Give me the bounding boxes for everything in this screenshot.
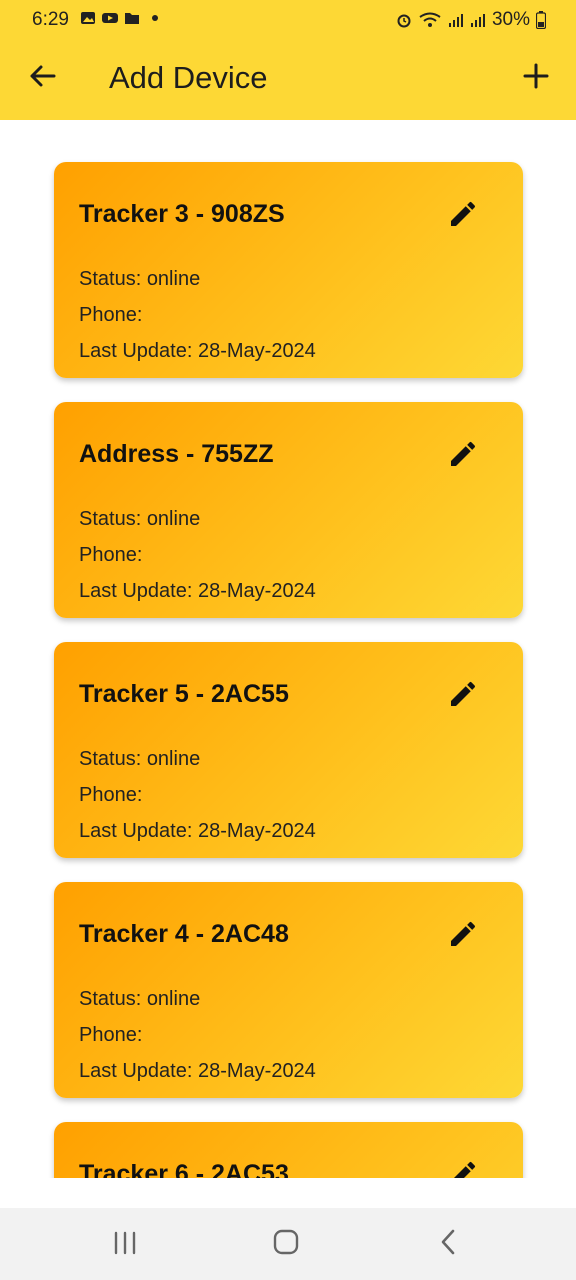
device-card[interactable]: Tracker 4 - 2AC48 Status: online Phone: …	[54, 882, 523, 1098]
device-phone: Phone:	[79, 304, 143, 326]
status-time: 6:29	[32, 9, 69, 30]
device-card[interactable]: Tracker 5 - 2AC55 Status: online Phone: …	[54, 642, 523, 858]
signal-icon	[470, 14, 485, 27]
home-icon[interactable]	[272, 1228, 300, 1256]
device-phone: Phone:	[79, 1024, 143, 1046]
device-status: Status: online	[79, 988, 201, 1010]
alarm-icon	[397, 14, 411, 28]
page-title: Add Device	[109, 60, 268, 95]
device-title: Tracker 6 - 2AC53	[79, 1160, 289, 1178]
device-phone: Phone:	[79, 784, 143, 806]
device-last-update: Last Update: 28-May-2024	[79, 340, 316, 362]
edit-pencil-icon[interactable]	[447, 198, 479, 230]
status-notification-icons	[80, 10, 158, 26]
device-status: Status: online	[79, 268, 201, 290]
wifi-icon	[419, 12, 441, 27]
edit-pencil-icon[interactable]	[447, 438, 479, 470]
system-nav-bar	[0, 1208, 576, 1280]
device-list[interactable]: Tracker 3 - 908ZS Status: online Phone: …	[0, 120, 576, 1178]
device-status: Status: online	[79, 508, 201, 530]
edit-pencil-icon[interactable]	[447, 918, 479, 950]
device-title: Tracker 3 - 908ZS	[79, 200, 285, 228]
gallery-icon	[81, 12, 95, 24]
device-last-update: Last Update: 28-May-2024	[79, 1060, 316, 1082]
status-system-icons: 30%	[396, 9, 546, 31]
device-last-update: Last Update: 28-May-2024	[79, 820, 316, 842]
folder-icon	[125, 13, 139, 24]
status-bar: 6:29 30%	[0, 0, 576, 40]
battery-percent: 30%	[491, 9, 530, 30]
device-status: Status: online	[79, 748, 201, 770]
battery-icon	[536, 11, 546, 29]
plus-icon[interactable]	[520, 60, 552, 92]
youtube-icon	[102, 13, 118, 23]
back-icon[interactable]	[436, 1228, 460, 1256]
device-card[interactable]: Address - 755ZZ Status: online Phone: La…	[54, 402, 523, 618]
edit-pencil-icon[interactable]	[447, 1158, 479, 1178]
recents-icon[interactable]	[112, 1230, 138, 1256]
device-title: Tracker 5 - 2AC55	[79, 680, 289, 708]
edit-pencil-icon[interactable]	[447, 678, 479, 710]
device-title: Tracker 4 - 2AC48	[79, 920, 289, 948]
device-title: Address - 755ZZ	[79, 440, 274, 468]
arrow-back-icon[interactable]	[26, 60, 58, 92]
device-card[interactable]: Tracker 6 - 2AC53	[54, 1122, 523, 1178]
device-last-update: Last Update: 28-May-2024	[79, 580, 316, 602]
device-card[interactable]: Tracker 3 - 908ZS Status: online Phone: …	[54, 162, 523, 378]
app-header: 6:29 30% Add Device	[0, 0, 576, 120]
notification-dot	[152, 15, 158, 21]
signal-icon	[448, 14, 463, 27]
device-phone: Phone:	[79, 544, 143, 566]
